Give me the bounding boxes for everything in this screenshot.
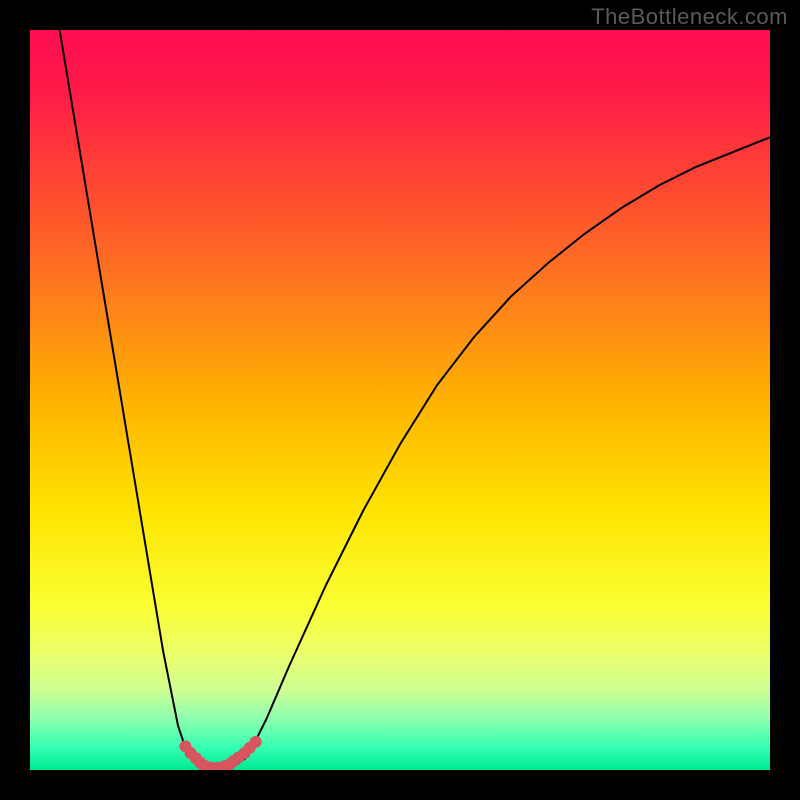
bottleneck-chart xyxy=(30,30,770,770)
chart-frame xyxy=(30,30,770,770)
watermark-text: TheBottleneck.com xyxy=(591,4,788,30)
gradient-background xyxy=(30,30,770,770)
highlight-dot xyxy=(250,736,262,748)
